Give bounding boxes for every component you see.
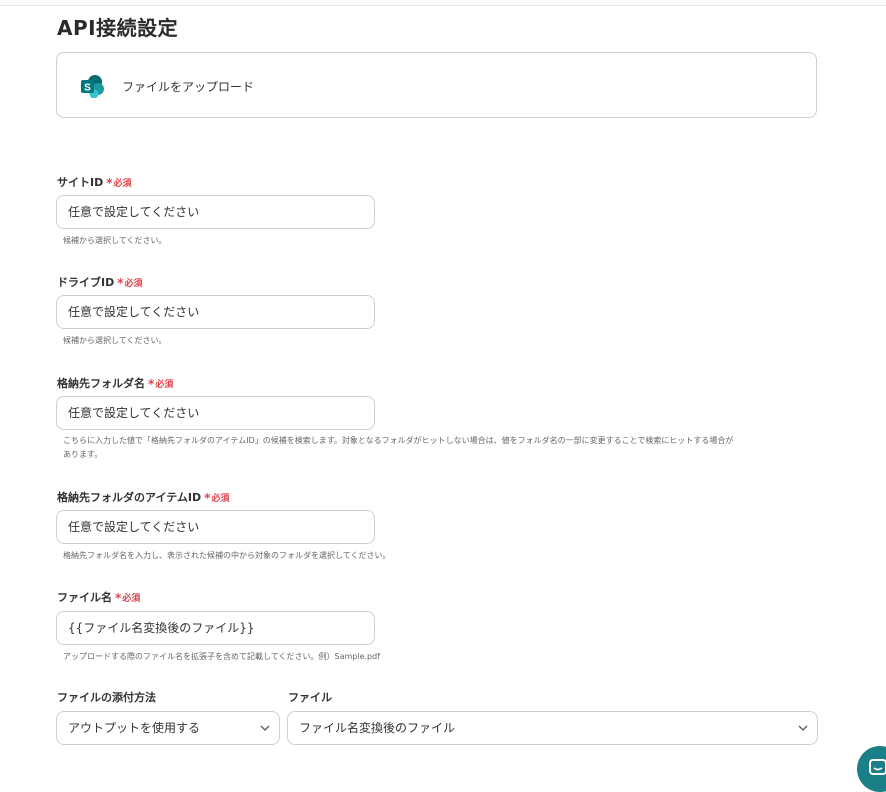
file-select[interactable]: ファイル名変換後のファイル — [287, 711, 818, 745]
sharepoint-icon: S — [81, 75, 104, 98]
folder-name-label: 格納先フォルダ名 *必須 — [57, 375, 173, 391]
folder-name-input[interactable]: 任意で設定してください — [56, 396, 375, 430]
attach-method-label: ファイルの添付方法 — [57, 691, 156, 704]
folder-item-id-label-text: 格納先フォルダのアイテムID — [57, 491, 202, 504]
page-title: API接続設定 — [57, 16, 179, 40]
attach-method-select[interactable]: アウトプットを使用する — [56, 711, 280, 745]
drive-id-label-text: ドライブID — [57, 276, 115, 289]
file-name-help: アップロードする際のファイル名を拡張子を含めて記載してください。例）Sample… — [63, 652, 381, 661]
chevron-down-icon — [798, 725, 808, 731]
folder-name-help-line2: あります。 — [63, 450, 103, 459]
drive-id-help: 候補から選択してください。 — [63, 336, 167, 345]
required-badge: *必須 — [148, 377, 174, 391]
required-badge: *必須 — [204, 491, 230, 505]
chat-support-button[interactable] — [857, 746, 886, 792]
folder-name-label-text: 格納先フォルダ名 — [57, 377, 145, 390]
site-id-help: 候補から選択してください。 — [63, 236, 167, 245]
svg-text:S: S — [84, 83, 91, 94]
file-name-label-text: ファイル名 — [57, 591, 112, 604]
folder-item-id-help: 格納先フォルダ名を入力し、表示された候補の中から対象のフォルダを選択してください… — [63, 551, 391, 560]
required-badge: *必須 — [115, 591, 141, 605]
drive-id-input[interactable]: 任意で設定してください — [56, 295, 375, 329]
file-select-value: ファイル名変換後のファイル — [299, 721, 456, 735]
chevron-down-icon — [260, 725, 270, 731]
drive-id-label: ドライブID *必須 — [57, 274, 143, 290]
folder-item-id-label: 格納先フォルダのアイテムID *必須 — [57, 489, 229, 505]
app-action-label: ファイルをアップロード — [122, 80, 255, 94]
file-name-label: ファイル名 *必須 — [57, 589, 140, 605]
top-divider — [0, 5, 886, 6]
chat-icon — [869, 759, 886, 775]
site-id-label: サイトID *必須 — [57, 174, 132, 190]
site-id-input[interactable]: 任意で設定してください — [56, 195, 375, 229]
required-badge: *必須 — [117, 276, 143, 290]
site-id-label-text: サイトID — [57, 176, 104, 189]
file-label: ファイル — [288, 691, 332, 704]
folder-item-id-input[interactable]: 任意で設定してください — [56, 510, 375, 544]
app-action-card[interactable]: S ファイルをアップロード — [56, 52, 817, 118]
attach-method-value: アウトプットを使用する — [68, 721, 201, 735]
required-badge: *必須 — [106, 176, 132, 190]
folder-name-help-line1: こちらに入力した値で「格納先フォルダのアイテムID」の候補を検索します。対象とな… — [63, 436, 734, 445]
file-name-input[interactable]: {{ファイル名変換後のファイル}} — [56, 611, 375, 645]
